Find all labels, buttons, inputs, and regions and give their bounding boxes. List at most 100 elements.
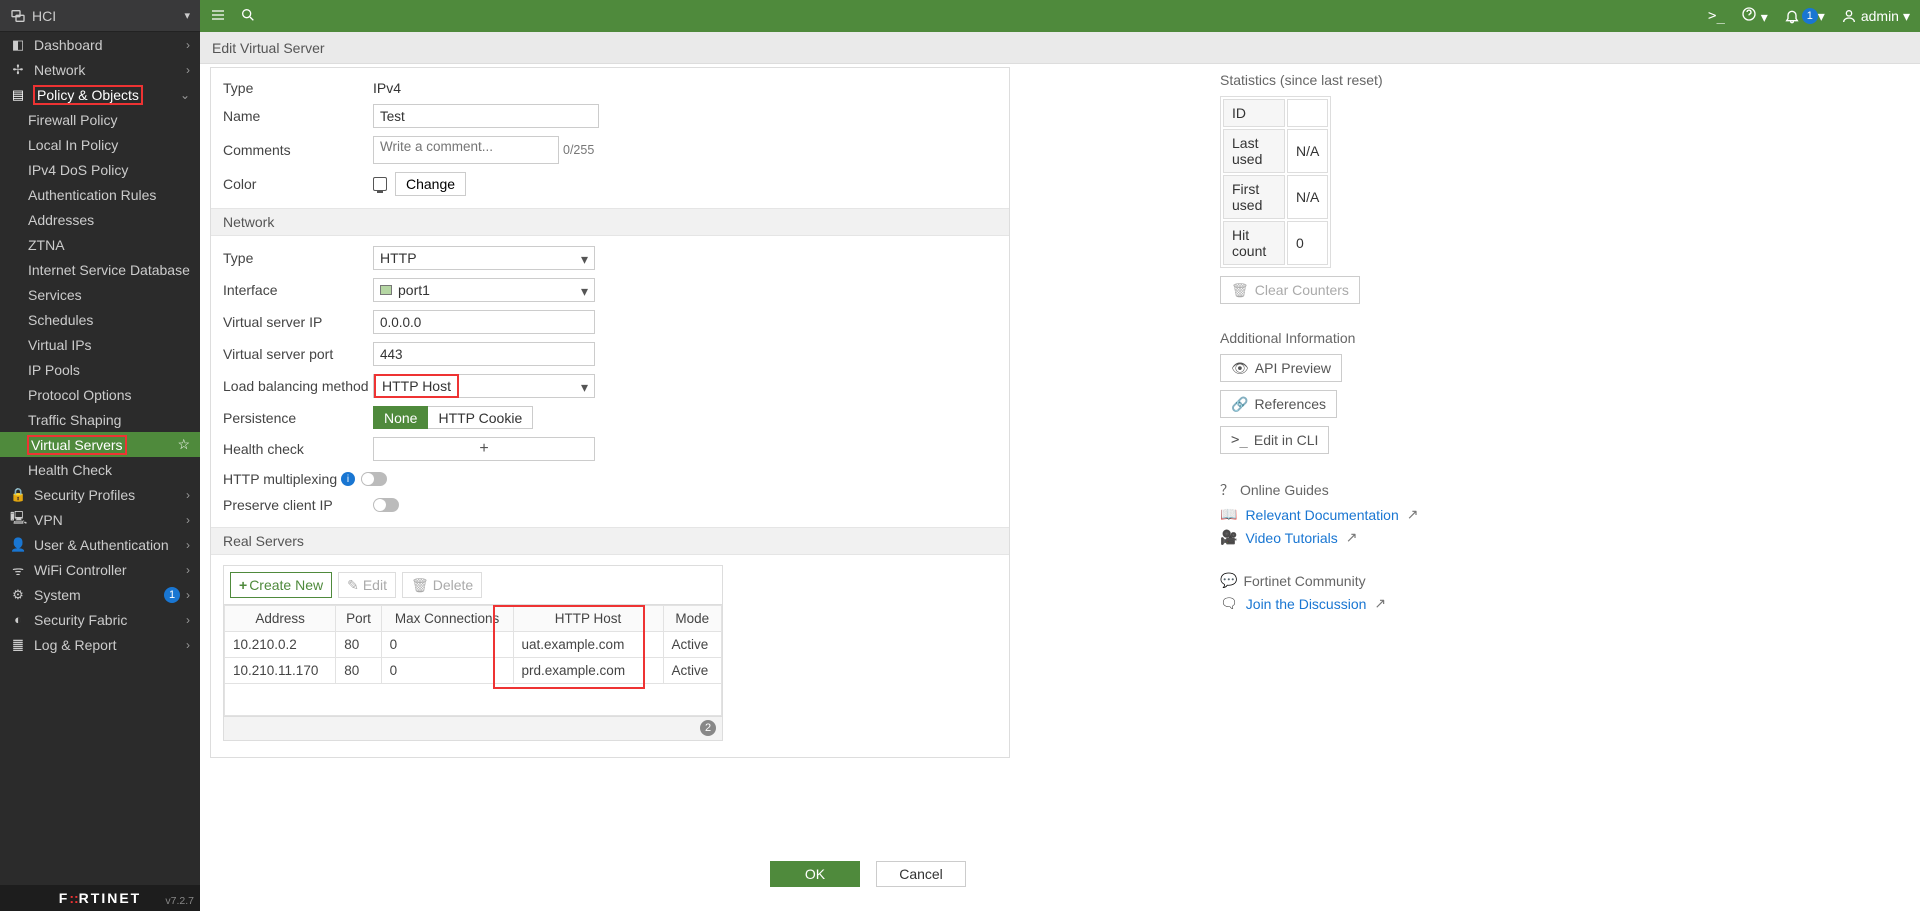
- persist-none[interactable]: None: [373, 406, 428, 429]
- vport-input[interactable]: [373, 342, 595, 366]
- ok-button[interactable]: OK: [770, 861, 860, 887]
- vip-input[interactable]: [373, 310, 595, 334]
- sidebar-item-ipv4-dos[interactable]: IPv4 DoS Policy: [0, 157, 200, 182]
- sidebar-item-user-auth[interactable]: 👤User & Authentication›: [0, 532, 200, 557]
- preserve-label: Preserve client IP: [223, 497, 373, 513]
- comments-counter: 0/255: [563, 143, 594, 157]
- th-maxconn[interactable]: Max Connections: [381, 606, 513, 632]
- sidebar-item-security-profiles[interactable]: 🔒Security Profiles›: [0, 482, 200, 507]
- sidebar-item-auth-rules[interactable]: Authentication Rules: [0, 182, 200, 207]
- lb-select[interactable]: HTTP Host ▾: [373, 374, 595, 398]
- main-form: Type IPv4 Name Comments 0/255 Color Chan…: [210, 67, 1010, 758]
- sidebar-item-ztna[interactable]: ZTNA: [0, 232, 200, 257]
- sidebar-item-policy[interactable]: ▤ Policy & Objects ⌄: [0, 82, 200, 107]
- chevron-right-icon: ›: [186, 638, 190, 652]
- bell-icon[interactable]: 1 ▾: [1784, 8, 1825, 25]
- table-row[interactable]: 10.210.0.2 80 0 uat.example.com Active: [225, 632, 722, 658]
- sidebar-item-virtual-servers[interactable]: Virtual Servers ☆: [0, 432, 200, 457]
- iface-label: Interface: [223, 282, 373, 298]
- sidebar-item-addresses[interactable]: Addresses: [0, 207, 200, 232]
- sidebar-item-ip-pools[interactable]: IP Pools: [0, 357, 200, 382]
- sidebar-item-label: Virtual Servers: [28, 436, 126, 454]
- sidebar: HCI ▾ ◧ Dashboard › ✢ Network › ▤ Policy…: [0, 0, 200, 911]
- sidebar-item-traffic-shaping[interactable]: Traffic Shaping: [0, 407, 200, 432]
- nettype-select[interactable]: HTTP▾: [373, 246, 595, 270]
- td-port: 80: [336, 632, 381, 658]
- sidebar-item-system[interactable]: ⚙System1›: [0, 582, 200, 607]
- th-port[interactable]: Port: [336, 606, 381, 632]
- stats-hitcount: 0: [1287, 221, 1328, 265]
- brand-row[interactable]: HCI ▾: [0, 0, 200, 32]
- vip-label: Virtual server IP: [223, 314, 373, 330]
- sidebar-item-health-check[interactable]: Health Check: [0, 457, 200, 482]
- bell-count: 1: [1802, 8, 1818, 24]
- sidebar-item-vpn[interactable]: 🖳VPN›: [0, 507, 200, 532]
- table-row[interactable]: 10.210.11.170 80 0 prd.example.com Activ…: [225, 658, 722, 684]
- chevron-down-icon: ▾: [184, 9, 190, 22]
- th-httphost[interactable]: HTTP Host: [513, 606, 663, 632]
- references-button[interactable]: 🔗References: [1220, 390, 1337, 418]
- info-icon[interactable]: i: [341, 472, 355, 486]
- edit-in-cli-button[interactable]: >_Edit in CLI: [1220, 426, 1329, 454]
- preserve-toggle[interactable]: [373, 498, 399, 512]
- caret-down-icon: ▾: [581, 251, 588, 268]
- lb-label: Load balancing method: [223, 378, 373, 394]
- persistence-toggle[interactable]: None HTTP Cookie: [373, 406, 533, 429]
- cancel-button[interactable]: Cancel: [876, 861, 966, 887]
- button-label: Edit in CLI: [1254, 432, 1319, 448]
- sidebar-item-label: Policy & Objects: [34, 86, 142, 104]
- clear-counters-button[interactable]: 🗑Clear Counters: [1220, 276, 1360, 304]
- realservers-table: Address Port Max Connections HTTP Host M…: [224, 605, 722, 716]
- video-link[interactable]: Video Tutorials: [1245, 530, 1337, 546]
- user-icon: 👤: [10, 537, 26, 553]
- sidebar-item-schedules[interactable]: Schedules: [0, 307, 200, 332]
- button-label: OK: [805, 866, 825, 882]
- sidebar-item-dashboard[interactable]: ◧ Dashboard ›: [0, 32, 200, 57]
- sidebar-item-proto-options[interactable]: Protocol Options: [0, 382, 200, 407]
- user-menu[interactable]: admin ▾: [1841, 8, 1910, 25]
- th-address[interactable]: Address: [225, 606, 336, 632]
- api-preview-button[interactable]: 👁API Preview: [1220, 354, 1342, 382]
- search-icon[interactable]: [240, 7, 256, 26]
- sidebar-item-vips[interactable]: Virtual IPs: [0, 332, 200, 357]
- change-color-button[interactable]: Change: [395, 172, 466, 196]
- monitor-icon: [373, 177, 387, 191]
- external-icon: ↗: [1346, 529, 1358, 546]
- sidebar-item-wifi[interactable]: ᯤWiFi Controller›: [0, 557, 200, 582]
- button-label: Change: [406, 176, 455, 192]
- type-label: Type: [223, 80, 373, 96]
- sidebar-item-security-fabric[interactable]: ◐Security Fabric›: [0, 607, 200, 632]
- cli-icon[interactable]: >_: [1708, 8, 1725, 24]
- sidebar-item-label: System: [34, 587, 81, 603]
- sidebar-item-services[interactable]: Services: [0, 282, 200, 307]
- create-new-button[interactable]: +Create New: [230, 572, 332, 598]
- name-input[interactable]: [373, 104, 599, 128]
- iface-select[interactable]: port1▾: [373, 278, 595, 302]
- help-icon[interactable]: ▾: [1741, 6, 1768, 26]
- vpn-icon: 🖳: [10, 509, 26, 531]
- stats-firstused: N/A: [1287, 175, 1328, 219]
- comments-input[interactable]: [373, 136, 559, 164]
- realservers-footer: 2: [224, 716, 722, 740]
- menu-icon[interactable]: [210, 7, 226, 26]
- sidebar-item-label: Addresses: [28, 212, 94, 228]
- sidebar-item-firewall-policy[interactable]: Firewall Policy: [0, 107, 200, 132]
- comment-icon: 🗨: [1220, 595, 1238, 612]
- sidebar-item-label: Virtual IPs: [28, 337, 92, 353]
- edit-button[interactable]: ✎Edit: [338, 572, 396, 598]
- button-label: References: [1254, 396, 1326, 412]
- brand-icon: [10, 8, 26, 24]
- sidebar-item-log-report[interactable]: ䷀Log & Report›: [0, 632, 200, 657]
- join-discussion-link[interactable]: Join the Discussion: [1246, 596, 1367, 612]
- th-mode[interactable]: Mode: [663, 606, 721, 632]
- star-icon[interactable]: ☆: [177, 436, 190, 453]
- sidebar-item-network[interactable]: ✢ Network ›: [0, 57, 200, 82]
- health-add-button[interactable]: +: [373, 437, 595, 461]
- link-label: Video Tutorials: [1245, 530, 1337, 546]
- sidebar-item-local-in[interactable]: Local In Policy: [0, 132, 200, 157]
- doc-link[interactable]: Relevant Documentation: [1245, 507, 1398, 523]
- persist-cookie[interactable]: HTTP Cookie: [428, 406, 533, 429]
- sidebar-item-isd[interactable]: Internet Service Database: [0, 257, 200, 282]
- mux-toggle[interactable]: [361, 472, 387, 486]
- delete-button[interactable]: 🗑Delete: [402, 572, 482, 598]
